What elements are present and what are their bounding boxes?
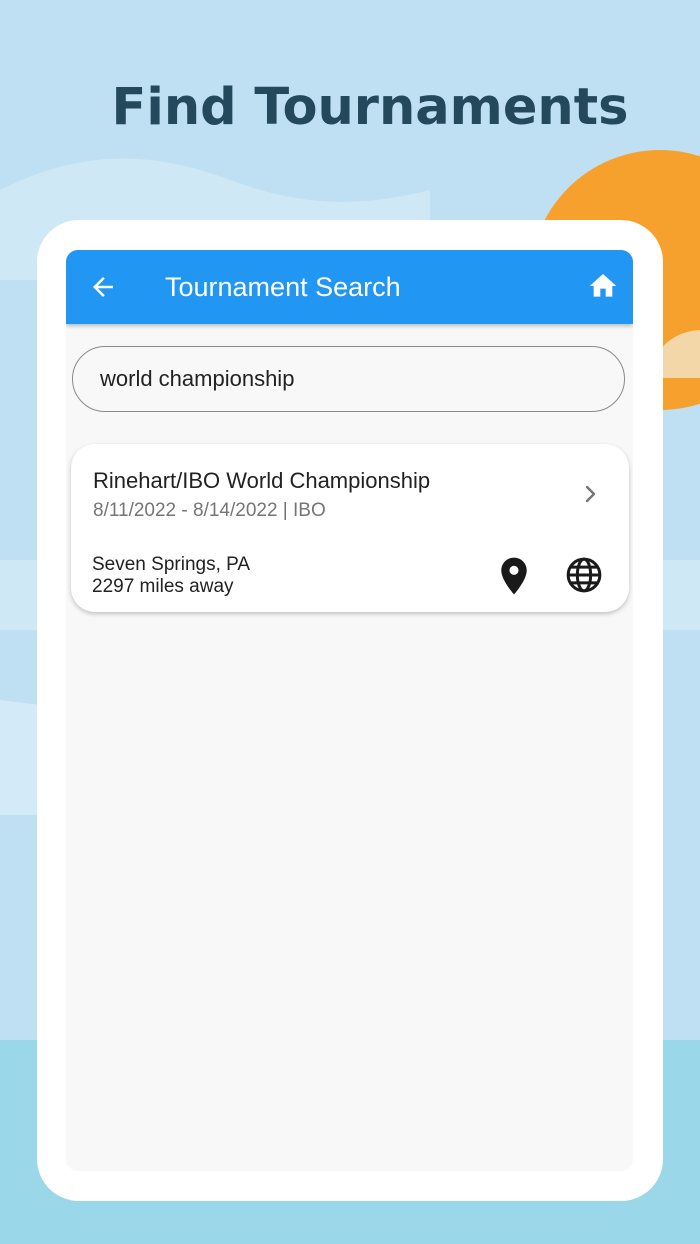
back-button[interactable] [88,272,118,302]
home-button[interactable] [587,270,619,302]
map-pin-icon [501,557,527,595]
map-location-button[interactable] [497,556,531,596]
tournament-dates-org: 8/11/2022 - 8/14/2022 | IBO [93,500,326,521]
app-bar: Tournament Search [66,250,633,324]
website-button[interactable] [565,556,603,594]
app-screen: Tournament Search Rinehart/IBO World Cha… [66,250,633,1171]
tournament-title: Rinehart/IBO World Championship [93,468,431,493]
tournament-location: Seven Springs, PA [92,554,251,575]
tournament-result-card[interactable]: Rinehart/IBO World Championship 8/11/202… [71,444,629,612]
page-headline: Find Tournaments [111,78,629,137]
arrow-back-icon [93,277,113,297]
app-bar-title: Tournament Search [165,272,401,302]
tournament-distance: 2297 miles away [92,576,234,597]
tournament-location-block: Seven Springs, PA 2297 miles away [92,554,250,598]
home-icon [589,274,617,297]
chevron-right-icon [585,485,596,503]
globe-icon [566,557,602,593]
search-input[interactable] [72,346,625,412]
